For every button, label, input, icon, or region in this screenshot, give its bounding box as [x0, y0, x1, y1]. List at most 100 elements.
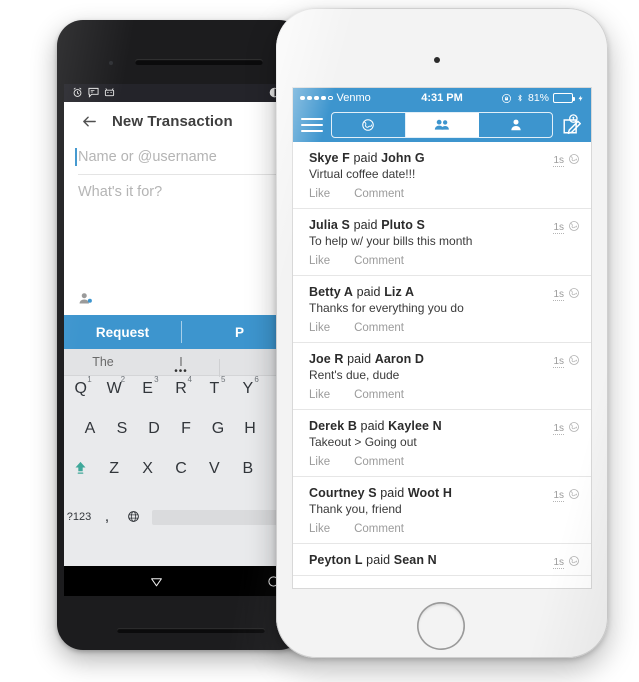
hamburger-menu-icon[interactable]	[301, 118, 323, 132]
feed-item-meta: 1s	[553, 152, 580, 170]
feed-item-timestamp: 1s	[553, 222, 564, 234]
symbols-key[interactable]: ?123	[64, 511, 94, 523]
key-d[interactable]: D	[141, 420, 167, 438]
like-button[interactable]: Like	[309, 188, 330, 200]
comma-key[interactable]: ,	[94, 508, 120, 526]
key-c[interactable]: C	[168, 460, 194, 478]
feed-item[interactable]: Peyton L paid Sean N 1s	[293, 544, 591, 576]
comment-button[interactable]: Comment	[354, 322, 404, 334]
key-w-label: W	[106, 380, 122, 397]
nav-back-triangle-icon[interactable]	[150, 575, 163, 588]
feed-item-target[interactable]: Aaron D	[375, 352, 424, 366]
comment-button[interactable]: Comment	[354, 255, 404, 267]
friends-feed-tab[interactable]	[405, 113, 480, 137]
feed-item-title: Julia S paid Pluto S	[309, 218, 579, 232]
key-v[interactable]: V	[201, 460, 227, 478]
comment-button[interactable]: Comment	[354, 188, 404, 200]
feed-item[interactable]: Courtney S paid Woot H Thank you, friend L…	[293, 477, 591, 544]
feed-item-target[interactable]: Woot H	[408, 486, 452, 500]
globe-icon	[569, 355, 579, 365]
globe-icon	[569, 556, 579, 566]
key-y[interactable]: 6Y	[235, 375, 261, 398]
key-w[interactable]: 2W	[101, 375, 127, 398]
key-h[interactable]: H	[237, 420, 263, 438]
back-arrow-icon[interactable]	[78, 110, 100, 132]
key-e[interactable]: 3E	[135, 375, 161, 398]
feed-item-note: Thanks for everything you do	[309, 301, 464, 315]
suggestion-1[interactable]: I •••	[142, 355, 220, 377]
feed-item-actor[interactable]: Skye F	[309, 151, 350, 165]
feed-item-target[interactable]: Kaylee N	[388, 419, 442, 433]
rotation-lock-icon	[501, 93, 511, 103]
add-contact-row[interactable]	[64, 281, 298, 315]
iphone-home-button[interactable]	[417, 602, 465, 650]
feed-item-actions: Like Comment	[309, 188, 579, 200]
like-button[interactable]: Like	[309, 322, 330, 334]
add-contact-icon	[79, 292, 92, 303]
ios-nav-bar	[293, 108, 591, 142]
feed-item-actor[interactable]: Joe R	[309, 352, 344, 366]
feed-item[interactable]: Joe R paid Aaron D Rent's due, dude Like Co…	[293, 343, 591, 410]
feed-item[interactable]: Skye F paid John G Virtual coffee date!!!…	[293, 142, 591, 209]
android-app-bar: New Transaction	[64, 102, 298, 140]
key-t[interactable]: 5T	[201, 375, 227, 398]
compose-payment-icon[interactable]	[561, 114, 583, 136]
key-q[interactable]: 1Q	[68, 375, 94, 398]
key-r[interactable]: 4R	[168, 375, 194, 398]
key-e-num: 3	[154, 375, 159, 384]
recipient-placeholder: Name or @username	[78, 149, 217, 165]
feed-item-target[interactable]: Pluto S	[381, 218, 425, 232]
like-button[interactable]: Like	[309, 389, 330, 401]
feed-item-note: To help w/ your bills this month	[309, 234, 473, 248]
like-button[interactable]: Like	[309, 255, 330, 267]
note-input[interactable]: What's it for?	[78, 175, 284, 209]
feed-item-actor[interactable]: Betty A	[309, 285, 353, 299]
transaction-feed[interactable]: Skye F paid John G Virtual coffee date!!!…	[293, 142, 591, 588]
alarm-icon	[73, 87, 82, 97]
key-z[interactable]: Z	[101, 460, 127, 478]
feed-item[interactable]: Julia S paid Pluto S To help w/ your bill…	[293, 209, 591, 276]
suggestion-0[interactable]: The	[64, 355, 142, 369]
feed-item[interactable]: Betty A paid Liz A Thanks for everything …	[293, 276, 591, 343]
iphone-device: Venmo 4:31 PM 81% Skye F paid John G Vir…	[276, 8, 608, 658]
action-divider	[181, 321, 182, 343]
request-button[interactable]: Request	[64, 325, 181, 340]
key-x[interactable]: X	[135, 460, 161, 478]
comment-button[interactable]: Comment	[354, 456, 404, 468]
android-status-bar	[64, 84, 298, 102]
feed-item-verb: paid	[350, 218, 382, 232]
like-button[interactable]: Like	[309, 523, 330, 535]
feed-item-timestamp: 1s	[553, 557, 564, 569]
feed-item-target[interactable]: John G	[381, 151, 425, 165]
key-b[interactable]: B	[235, 460, 261, 478]
shift-key[interactable]	[68, 460, 94, 475]
feed-item-actor[interactable]: Julia S	[309, 218, 350, 232]
key-g[interactable]: G	[205, 420, 231, 438]
like-button[interactable]: Like	[309, 456, 330, 468]
key-a[interactable]: A	[77, 420, 103, 438]
feed-item-actor[interactable]: Peyton L	[309, 553, 363, 567]
comment-button[interactable]: Comment	[354, 523, 404, 535]
feed-item-actor[interactable]: Derek B	[309, 419, 357, 433]
feed-item-audience-icon	[568, 219, 580, 237]
public-feed-tab[interactable]	[332, 113, 406, 137]
key-s[interactable]: S	[109, 420, 135, 438]
feed-item-verb: paid	[376, 486, 408, 500]
recipient-input[interactable]: Name or @username	[75, 140, 284, 175]
language-globe-icon[interactable]	[120, 508, 146, 526]
feed-item-audience-icon	[568, 554, 580, 572]
feed-item[interactable]: Derek B paid Kaylee N Takeout > Going out…	[293, 410, 591, 477]
spacebar-key[interactable]	[152, 509, 292, 525]
comment-button[interactable]: Comment	[354, 389, 404, 401]
feed-item-meta: 1s	[553, 219, 580, 237]
text-caret	[75, 148, 77, 166]
feed-item-target[interactable]: Sean N	[394, 553, 437, 567]
keyboard-row-4: ?123 ,	[64, 494, 298, 534]
feed-item-target[interactable]: Liz A	[384, 285, 414, 299]
feed-item-actor[interactable]: Courtney S	[309, 486, 377, 500]
feed-item-meta: 1s	[553, 554, 580, 572]
key-f[interactable]: F	[173, 420, 199, 438]
feed-item-timestamp: 1s	[553, 289, 564, 301]
personal-feed-tab[interactable]	[479, 113, 552, 137]
feed-item-note: Takeout > Going out	[309, 435, 417, 449]
